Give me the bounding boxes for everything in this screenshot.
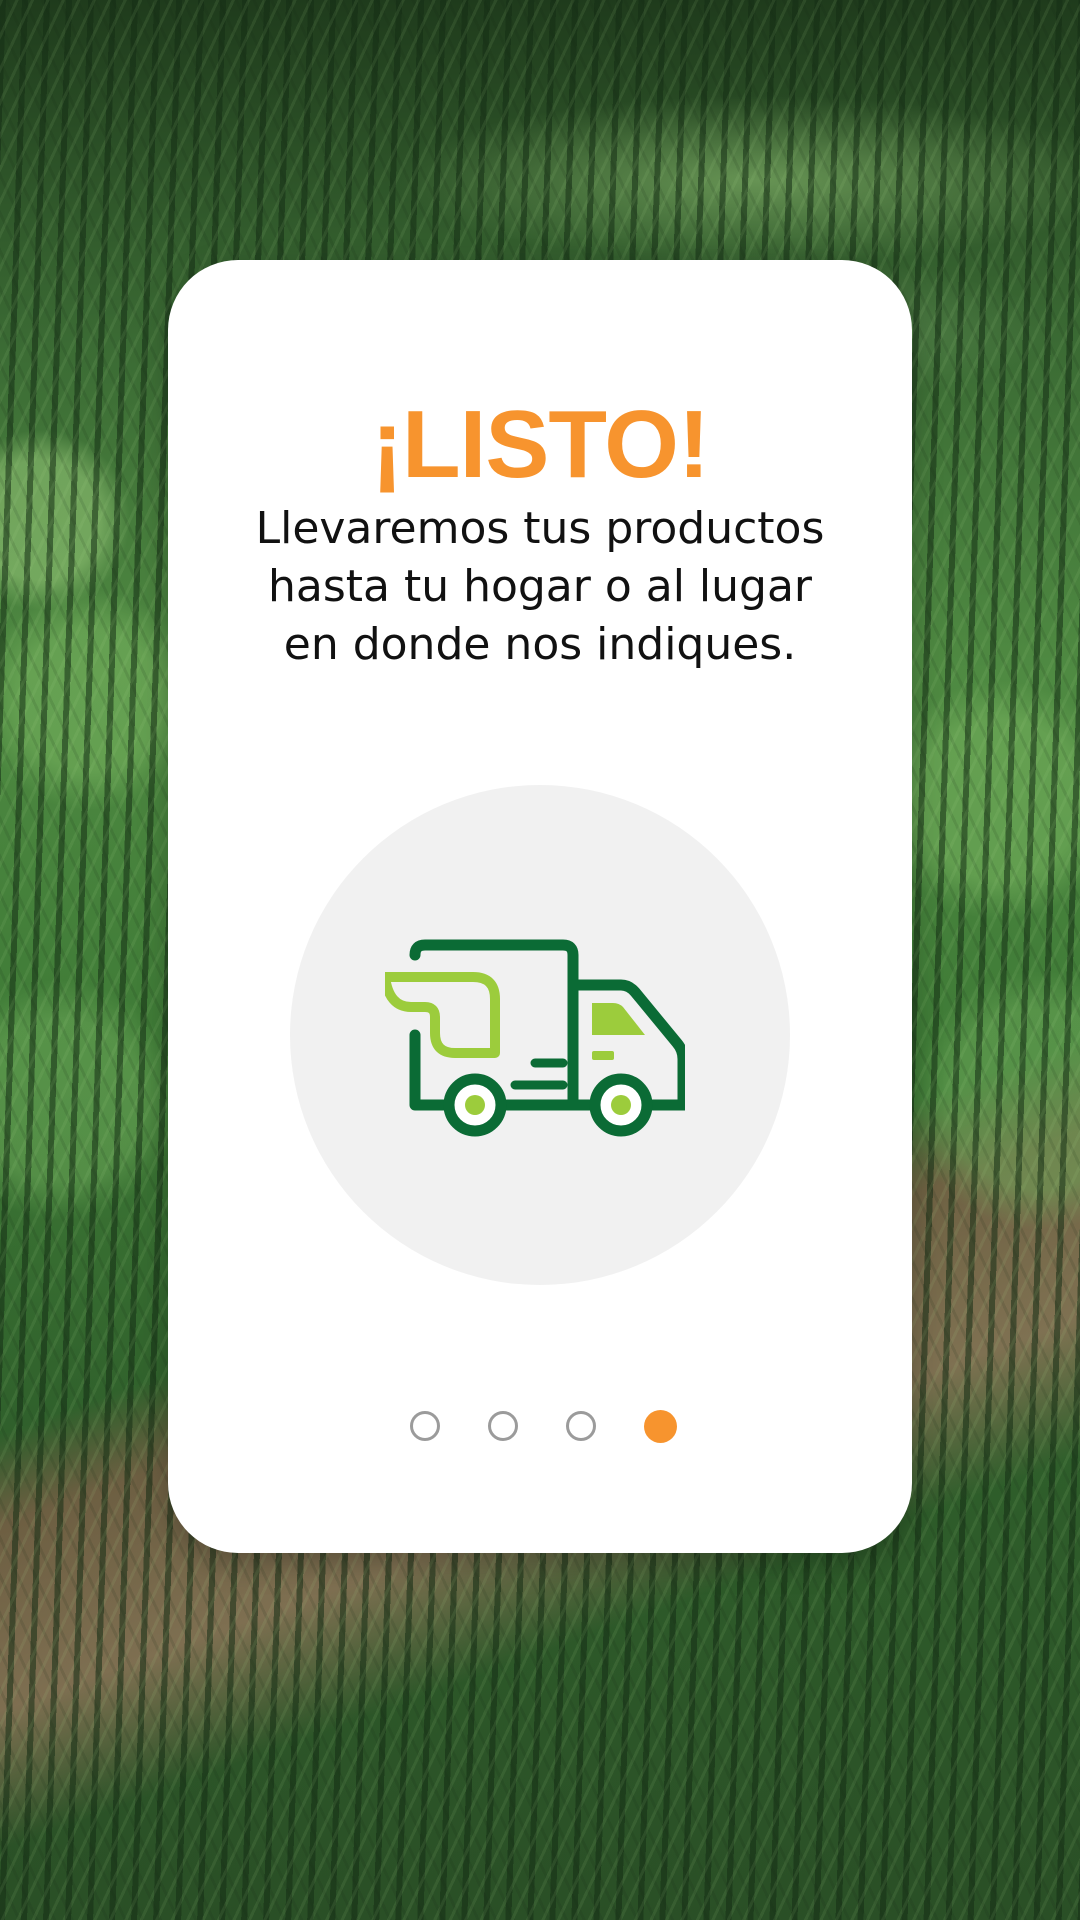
page-title: ¡LISTO! [371, 391, 710, 498]
delivery-truck-icon [385, 939, 685, 1137]
page-indicator-2[interactable] [487, 1411, 518, 1441]
onboarding-message: Llevaremos tus productos hasta tu hogar … [255, 503, 825, 670]
onboarding-screen: ¡LISTO! Llevaremos tus productos hasta t… [0, 0, 1080, 1920]
page-indicator-3[interactable] [565, 1411, 596, 1441]
illustration-circle [290, 785, 790, 1285]
page-indicator-1[interactable] [409, 1411, 440, 1441]
page-indicator-4-active[interactable] [643, 1409, 677, 1443]
onboarding-card: ¡LISTO! Llevaremos tus productos hasta t… [168, 260, 912, 1553]
onboarding-pager [168, 1408, 912, 1444]
